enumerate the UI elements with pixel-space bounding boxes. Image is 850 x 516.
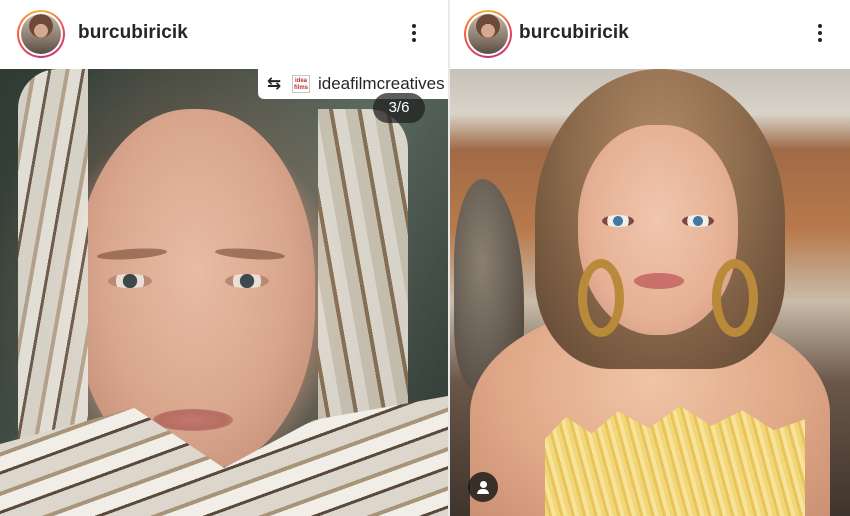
post-right: burcubiricik — [450, 0, 850, 516]
avatar-image — [468, 14, 508, 54]
carousel-counter: 3/6 — [373, 93, 425, 123]
post-photo[interactable]: ⇆ idea films ideafilmcreatives 3/6 — [0, 69, 448, 516]
more-options-icon[interactable] — [815, 22, 825, 46]
username[interactable]: burcubiricik — [78, 22, 188, 44]
username[interactable]: burcubiricik — [519, 22, 629, 44]
brand-logo: idea films — [292, 75, 310, 93]
user-tag-icon[interactable] — [468, 472, 498, 502]
post-header: burcubiricik — [0, 0, 448, 69]
repost-badge[interactable]: ⇆ idea films ideafilmcreatives — [258, 69, 448, 99]
post-photo[interactable] — [450, 69, 850, 516]
post-header: burcubiricik — [450, 0, 850, 69]
more-options-icon[interactable] — [409, 22, 419, 46]
repost-username[interactable]: ideafilmcreatives — [318, 74, 445, 94]
avatar[interactable] — [464, 10, 512, 58]
avatar-image — [21, 14, 61, 54]
avatar[interactable] — [17, 10, 65, 58]
repost-icon: ⇆ — [266, 74, 282, 94]
post-left: burcubiricik ⇆ idea films ideafilmcreati… — [0, 0, 448, 516]
